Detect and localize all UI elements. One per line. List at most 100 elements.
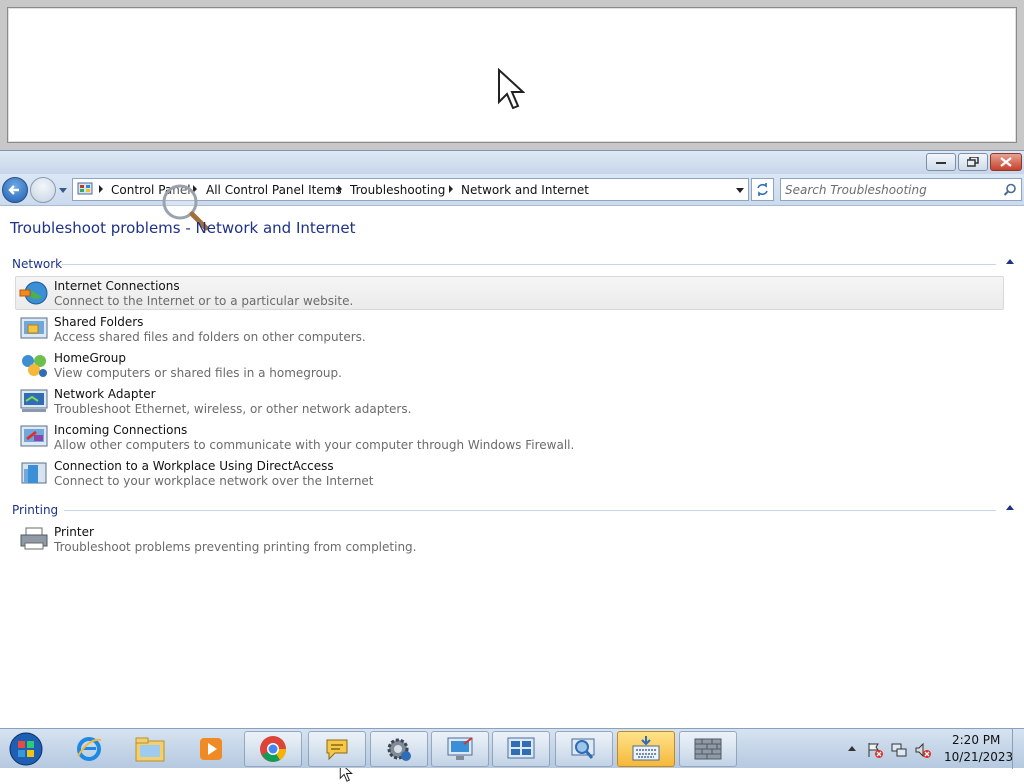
troubleshooter-shared-folders[interactable]: Shared Folders Access shared files and f… xyxy=(15,312,1004,346)
globe-network-icon xyxy=(19,281,48,305)
speech-bubble-icon xyxy=(326,739,348,761)
troubleshooter-internet-connections[interactable]: Internet Connections Connect to the Inte… xyxy=(15,276,1004,310)
breadcrumb-separator-icon[interactable] xyxy=(99,185,103,193)
item-title: Printer xyxy=(54,525,94,539)
item-description: Troubleshoot problems preventing printin… xyxy=(54,540,417,554)
address-bar[interactable]: Control Panel All Control Panel Items Tr… xyxy=(72,178,749,201)
group-divider xyxy=(62,264,996,265)
taskbar-on-screen-keyboard[interactable] xyxy=(617,731,675,767)
item-title: Shared Folders xyxy=(54,315,144,329)
item-title: Connection to a Workplace Using DirectAc… xyxy=(54,459,334,473)
search-icon[interactable] xyxy=(1003,183,1017,197)
page-title: Troubleshoot problems - Network and Inte… xyxy=(10,219,356,237)
magnifier-view-panel xyxy=(0,0,1024,150)
clock-time[interactable]: 2:20 PM xyxy=(952,733,1000,747)
item-description: View computers or shared files in a home… xyxy=(54,366,342,380)
control-panel-icon xyxy=(77,182,93,195)
network-adapter-icon xyxy=(20,389,48,412)
troubleshooter-incoming-connections[interactable]: Incoming Connections Allow other compute… xyxy=(15,420,1004,454)
collapse-up-icon[interactable] xyxy=(1006,259,1014,264)
refresh-icon xyxy=(757,183,768,196)
taskbar-file-explorer[interactable] xyxy=(121,731,179,767)
breadcrumb-all-items[interactable]: All Control Panel Items xyxy=(206,183,342,197)
collapse-up-icon[interactable] xyxy=(1006,505,1014,510)
restore-icon xyxy=(967,157,979,167)
control-panel-window: Control Panel All Control Panel Items Tr… xyxy=(0,150,1024,782)
firewall-wall-icon xyxy=(694,738,722,760)
taskbar-settings[interactable] xyxy=(370,731,428,767)
file-explorer-icon xyxy=(135,737,165,762)
clock-date[interactable]: 10/21/2023 xyxy=(944,750,1013,764)
taskbar-media-player[interactable] xyxy=(182,731,240,767)
system-tray: 2:20 PM 10/21/2023 xyxy=(840,729,1024,769)
breadcrumb-separator-icon[interactable] xyxy=(193,185,197,193)
breadcrumb-control-panel[interactable]: Control Panel xyxy=(111,183,191,197)
mouse-cursor-icon xyxy=(498,68,525,110)
item-title: Incoming Connections xyxy=(54,423,188,437)
show-hidden-icons-icon[interactable] xyxy=(848,746,856,751)
back-button[interactable] xyxy=(2,177,28,203)
group-label: Printing xyxy=(12,503,59,517)
taskbar-speech[interactable] xyxy=(308,731,366,767)
group-divider xyxy=(64,510,996,511)
settings-gear-icon xyxy=(387,738,411,761)
show-desktop-button[interactable] xyxy=(1012,729,1024,769)
item-description: Connect to the Internet or to a particul… xyxy=(54,294,354,308)
navigation-bar: Control Panel All Control Panel Items Tr… xyxy=(0,174,1024,231)
group-header-printing: Printing xyxy=(12,503,1016,521)
chrome-icon xyxy=(260,736,287,762)
forward-button[interactable] xyxy=(30,177,56,203)
refresh-button[interactable] xyxy=(751,178,774,201)
action-center-flag-icon[interactable] xyxy=(866,741,884,759)
troubleshooter-network-adapter[interactable]: Network Adapter Troubleshoot Ethernet, w… xyxy=(15,384,1004,418)
shared-folder-icon xyxy=(20,317,48,339)
item-description: Troubleshoot Ethernet, wireless, or othe… xyxy=(54,402,412,416)
back-arrow-icon xyxy=(8,185,19,195)
troubleshoot-content: Troubleshoot problems - Network and Inte… xyxy=(0,206,1024,782)
remote-desktop-icon xyxy=(447,737,473,760)
item-description: Access shared files and folders on other… xyxy=(54,330,366,344)
item-title: Network Adapter xyxy=(54,387,156,401)
item-title: HomeGroup xyxy=(54,351,126,365)
media-player-icon xyxy=(200,738,222,760)
search-input[interactable] xyxy=(785,181,995,198)
internet-explorer-icon xyxy=(77,737,102,761)
group-header-network: Network xyxy=(12,257,1016,275)
taskbar: 2:20 PM 10/21/2023 xyxy=(0,728,1024,769)
control-panel-icon xyxy=(507,737,535,759)
taskbar-firewall[interactable] xyxy=(679,731,737,767)
minimize-button[interactable] xyxy=(926,153,956,171)
restore-button[interactable] xyxy=(958,153,988,171)
troubleshooter-homegroup[interactable]: HomeGroup View computers or shared files… xyxy=(15,348,1004,382)
breadcrumb-separator-icon[interactable] xyxy=(338,185,342,193)
volume-muted-icon[interactable] xyxy=(914,741,932,759)
windows-start-orb-icon xyxy=(9,732,43,766)
breadcrumb-network-internet[interactable]: Network and Internet xyxy=(461,183,589,197)
incoming-connections-icon xyxy=(20,425,48,447)
breadcrumb-separator-icon[interactable] xyxy=(449,185,453,193)
close-button[interactable] xyxy=(990,153,1022,171)
network-status-icon[interactable] xyxy=(890,741,908,759)
close-icon xyxy=(1000,157,1012,167)
address-dropdown-icon[interactable] xyxy=(736,188,744,193)
taskbar-internet-explorer[interactable] xyxy=(60,731,118,767)
magnifier-tool-icon xyxy=(571,738,595,759)
taskbar-control-panel[interactable] xyxy=(492,731,550,767)
printer-icon xyxy=(20,527,48,550)
taskbar-chrome[interactable] xyxy=(244,731,302,767)
recent-pages-dropdown-icon[interactable] xyxy=(58,184,68,196)
minimize-icon xyxy=(936,162,946,164)
breadcrumb-troubleshooting[interactable]: Troubleshooting xyxy=(350,183,445,197)
on-screen-keyboard-icon xyxy=(632,736,660,761)
troubleshooter-directaccess[interactable]: Connection to a Workplace Using DirectAc… xyxy=(15,456,1004,490)
item-description: Allow other computers to communicate wit… xyxy=(54,438,575,452)
search-box[interactable] xyxy=(780,178,1022,201)
troubleshooter-printer[interactable]: Printer Troubleshoot problems preventing… xyxy=(15,522,1004,556)
taskbar-remote-desktop[interactable] xyxy=(431,731,489,767)
start-button[interactable] xyxy=(6,730,46,768)
title-bar[interactable] xyxy=(0,150,1024,174)
item-description: Connect to your workplace network over t… xyxy=(54,474,374,488)
taskbar-magnifier-tool[interactable] xyxy=(555,731,613,767)
directaccess-icon xyxy=(21,462,47,484)
item-title: Internet Connections xyxy=(54,279,180,293)
